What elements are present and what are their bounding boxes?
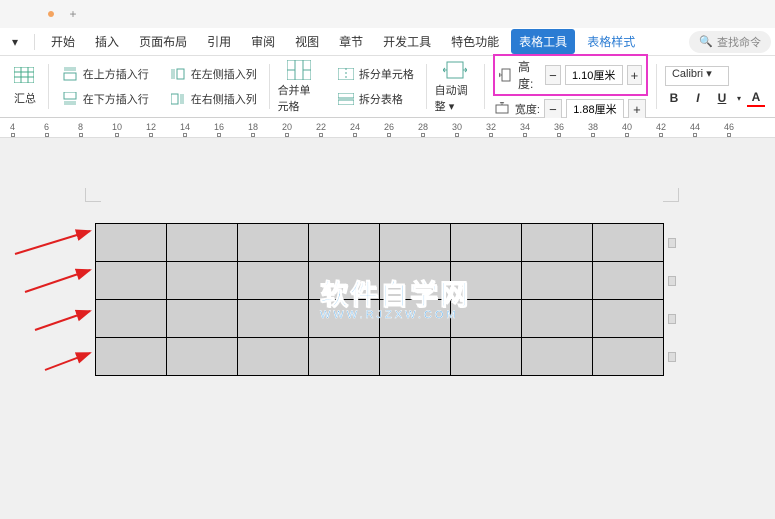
menu-start[interactable]: 开始 (43, 29, 83, 54)
split-table-button[interactable]: 拆分表格 (333, 88, 418, 110)
menu-references[interactable]: 引用 (199, 29, 239, 54)
insert-left-icon (169, 65, 187, 83)
margin-marker-tr (663, 188, 679, 202)
document-table[interactable] (95, 223, 664, 376)
height-increase-button[interactable]: + (627, 65, 643, 85)
dropdown-indicator[interactable]: ▾ (4, 31, 26, 53)
height-decrease-button[interactable]: − (545, 65, 561, 85)
menu-special[interactable]: 特色功能 (443, 29, 507, 54)
menu-chapter[interactable]: 章节 (331, 29, 371, 54)
menu-table-style[interactable]: 表格样式 (579, 29, 643, 54)
insert-col-left-button[interactable]: 在左侧插入列 (165, 63, 261, 85)
split-cell-button[interactable]: 拆分单元格 (333, 63, 418, 85)
insert-cols-group: 在左侧插入列 在右侧插入列 (159, 63, 267, 110)
dimensions-group: 高度: − + 宽度: − + (487, 54, 654, 119)
underline-button[interactable]: U (713, 89, 731, 107)
split-cell-icon (337, 65, 355, 83)
width-decrease-button[interactable]: − (544, 99, 562, 119)
table-row (96, 224, 664, 262)
menu-table-tools[interactable]: 表格工具 (511, 29, 575, 54)
search-box[interactable]: 🔍 查找命令 (689, 31, 771, 53)
insert-row-below-button[interactable]: 在下方插入行 (57, 88, 153, 110)
insert-below-icon (61, 90, 79, 108)
width-input[interactable] (566, 99, 624, 119)
font-group: Calibri ▾ B I U ▾ A (659, 66, 771, 107)
search-placeholder: 查找命令 (717, 34, 761, 50)
italic-button[interactable]: I (689, 89, 707, 107)
toolbar: 汇总 在上方插入行 在下方插入行 在左侧插入列 在右侧插入列 合并单元格 拆分单… (0, 56, 775, 118)
annotation-arrow (45, 350, 95, 375)
horizontal-ruler[interactable]: 4681012141618202224262830323436384042444… (0, 118, 775, 138)
divider (48, 64, 49, 109)
row-handle[interactable] (668, 352, 676, 362)
auto-fit-button[interactable]: 自动调整 ▾ (429, 56, 482, 118)
summary-icon[interactable] (10, 65, 40, 85)
height-icon (499, 66, 514, 84)
insert-above-icon (61, 65, 79, 83)
font-color-button[interactable]: A (747, 89, 765, 107)
annotation-arrow (35, 308, 95, 335)
split-cell-label: 拆分单元格 (359, 66, 414, 82)
insert-right-label: 在右侧插入列 (191, 91, 257, 107)
bold-button[interactable]: B (665, 89, 683, 107)
search-icon: 🔍 (699, 35, 713, 48)
margin-marker-tl (85, 188, 101, 202)
table-row (96, 300, 664, 338)
width-increase-button[interactable]: + (628, 99, 646, 119)
merge-icon (287, 60, 311, 80)
merge-label: 合并单元格 (278, 82, 321, 114)
width-icon (493, 100, 511, 118)
table-icon (14, 67, 34, 83)
insert-above-label: 在上方插入行 (83, 66, 149, 82)
merge-cells-button[interactable]: 合并单元格 (272, 56, 327, 118)
menu-review[interactable]: 审阅 (243, 29, 283, 54)
menu-layout[interactable]: 页面布局 (131, 29, 195, 54)
height-label: 高度: (518, 58, 541, 92)
insert-rows-cols-group: 在上方插入行 在下方插入行 (51, 63, 159, 110)
insert-left-label: 在左侧插入列 (191, 66, 257, 82)
row-handle[interactable] (668, 238, 676, 248)
tab-indicator (48, 11, 54, 17)
autofit-label: 自动调整 ▾ (435, 82, 476, 114)
menu-view[interactable]: 视图 (287, 29, 327, 54)
title-bar: + (0, 0, 775, 28)
width-row: 宽度: − + (493, 99, 648, 119)
table-row (96, 338, 664, 376)
insert-col-right-button[interactable]: 在右侧插入列 (165, 88, 261, 110)
font-select[interactable]: Calibri ▾ (665, 66, 729, 86)
summary-group: 汇总 (4, 65, 46, 108)
divider (656, 64, 657, 109)
table-row (96, 262, 664, 300)
divider (484, 64, 485, 109)
height-highlight: 高度: − + (493, 54, 648, 96)
annotation-arrow (25, 266, 95, 297)
menu-insert[interactable]: 插入 (87, 29, 127, 54)
row-handle[interactable] (668, 276, 676, 286)
separator (34, 34, 35, 50)
underline-dropdown[interactable]: ▾ (737, 94, 741, 103)
menu-bar: ▾ 开始 插入 页面布局 引用 审阅 视图 章节 开发工具 特色功能 表格工具 … (0, 28, 775, 56)
insert-right-icon (169, 90, 187, 108)
annotation-arrow (15, 226, 95, 259)
autofit-icon (443, 60, 467, 80)
summary-button[interactable]: 汇总 (10, 88, 40, 108)
font-name: Calibri (672, 68, 703, 80)
divider (426, 64, 427, 109)
row-handle[interactable] (668, 314, 676, 324)
document-area: 软件自学网 WWW.RJZXW.COM (0, 138, 775, 519)
new-tab-button[interactable]: + (62, 3, 84, 25)
height-input[interactable] (565, 65, 623, 85)
width-label: 宽度: (515, 101, 540, 117)
divider (269, 64, 270, 109)
insert-row-above-button[interactable]: 在上方插入行 (57, 63, 153, 85)
insert-below-label: 在下方插入行 (83, 91, 149, 107)
split-group: 拆分单元格 拆分表格 (327, 63, 424, 110)
menu-devtools[interactable]: 开发工具 (375, 29, 439, 54)
split-table-icon (337, 90, 355, 108)
split-table-label: 拆分表格 (359, 91, 403, 107)
